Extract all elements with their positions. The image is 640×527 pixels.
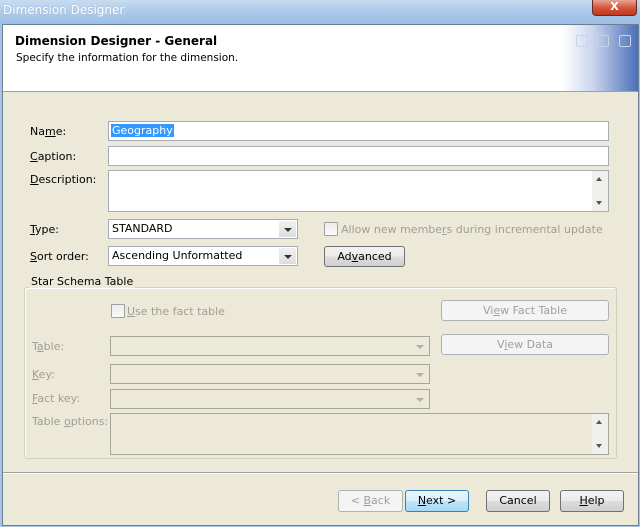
window-title: Dimension Designer [3,3,125,17]
view-fact-table-button[interactable]: View Fact Table [441,300,609,321]
table-options-textarea[interactable] [110,413,609,455]
chevron-down-icon[interactable] [411,366,428,382]
name-input[interactable]: Geography [108,121,609,141]
name-label: Name: [30,125,67,138]
fact-key-label: Fact key: [32,392,81,405]
chevron-down-icon[interactable] [411,338,428,354]
decorative-square-icon [576,35,588,47]
advanced-button[interactable]: Advanced [324,246,405,267]
back-button[interactable]: < Back [338,490,403,512]
cancel-button[interactable]: Cancel [486,490,550,512]
key-label: Key: [32,368,55,381]
allow-new-members-checkbox[interactable] [324,222,338,236]
chevron-down-icon[interactable] [279,221,296,237]
scroll-up-icon[interactable] [596,177,602,181]
description-scrollbar[interactable] [592,171,608,211]
chevron-down-icon[interactable] [279,248,296,264]
allow-new-members-label: Allow new members during incremental upd… [341,223,603,236]
dialog-body: Dimension Designer - General Specify the… [2,24,639,526]
name-value: Geography [111,124,174,137]
decorative-square-icon [619,35,631,47]
close-icon: X [610,0,619,13]
scroll-down-icon[interactable] [596,201,602,205]
key-select[interactable] [110,364,430,384]
description-textarea[interactable] [108,170,609,212]
type-label: Type: [30,223,59,236]
page-title: Dimension Designer - General [15,34,218,48]
scroll-down-icon[interactable] [596,444,602,448]
sort-order-label: Sort order: [30,250,89,263]
type-value: STANDARD [112,222,173,235]
decorative-square-icon [597,35,609,47]
close-button[interactable]: X [592,0,637,16]
sort-order-value: Ascending Unformatted [112,249,243,262]
page-subtitle: Specify the information for the dimensio… [16,52,239,64]
description-label: Description: [30,173,97,186]
scroll-up-icon[interactable] [596,420,602,424]
next-button[interactable]: Next > [405,490,469,512]
view-data-button[interactable]: View Data [441,334,609,355]
wizard-header: Dimension Designer - General Specify the… [3,25,638,92]
table-select[interactable] [110,336,430,356]
type-select[interactable]: STANDARD [108,219,298,239]
table-label: Table: [32,340,65,353]
sort-order-select[interactable]: Ascending Unformatted [108,246,298,266]
chevron-down-icon[interactable] [411,391,428,407]
table-options-scrollbar[interactable] [592,414,608,454]
footer-divider [3,472,638,473]
caption-label: Caption: [30,150,77,163]
help-button[interactable]: Help [560,490,624,512]
fact-key-select[interactable] [110,389,430,409]
use-fact-table-checkbox[interactable] [111,304,125,318]
table-options-label: Table options: [32,415,109,428]
title-bar[interactable]: Dimension Designer X [0,0,640,24]
use-fact-table-label: Use the fact table [127,305,225,318]
star-schema-title: Star Schema Table [29,275,136,288]
caption-input[interactable] [108,146,609,166]
